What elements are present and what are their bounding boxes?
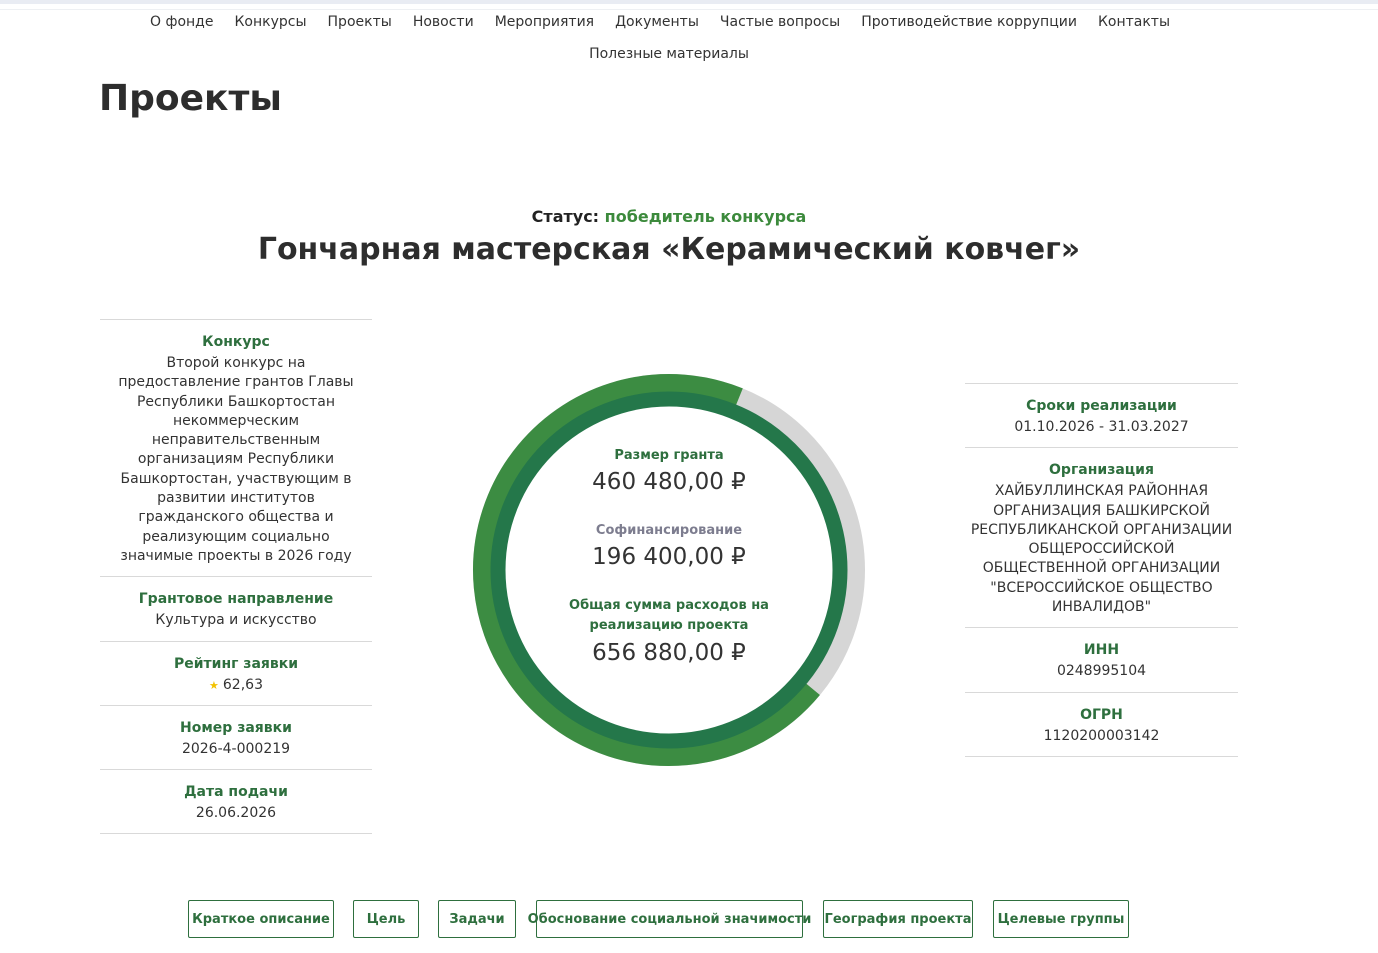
project-status: Статус: победитель конкурса <box>0 207 1338 226</box>
tab-social-significance[interactable]: Обоснование социальной значимости <box>528 900 811 938</box>
tab-target-groups[interactable]: Целевые группы <box>993 900 1129 938</box>
tab-geography[interactable]: География проекта <box>823 900 973 938</box>
grant-value: 460 480,00 ₽ <box>592 469 746 495</box>
competition-value: Второй конкурс на предоставление грантов… <box>118 355 354 564</box>
ogrn-label: ОГРН <box>1080 706 1123 723</box>
nav-row-2: Полезные материалы <box>0 46 1338 62</box>
application-number-label: Номер заявки <box>180 719 292 736</box>
inn-block: ИНН 0248995104 <box>965 627 1238 691</box>
project-tabs: Краткое описание Цель Задачи Обоснование… <box>0 900 1378 940</box>
direction-value: Культура и искусство <box>155 612 317 629</box>
cofinancing-label: Софинансирование <box>595 523 743 538</box>
direction-block: Грантовое направление Культура и искусст… <box>100 576 372 640</box>
funding-donut: Размер гранта 460 480,00 ₽ Софинансирова… <box>471 372 867 768</box>
nav-row: О фонде Конкурсы Проекты Новости Меропри… <box>150 14 1170 30</box>
competition-block: Конкурс Второй конкурс на предоставление… <box>100 319 372 576</box>
tab-brief-description[interactable]: Краткое описание <box>188 900 334 938</box>
ogrn-block: ОГРН 1120200003142 <box>965 691 1238 757</box>
period-value: 01.10.2026 - 31.03.2027 <box>1014 419 1189 435</box>
project-title: Гончарная мастерская «Керамический ковче… <box>257 232 1081 267</box>
nav-item-useful-materials[interactable]: Полезные материалы <box>589 46 749 62</box>
period-block: Сроки реализации 01.10.2026 - 31.03.2027 <box>965 383 1238 447</box>
submission-date-block: Дата подачи 26.06.2026 <box>100 769 372 835</box>
status-value: победитель конкурса <box>604 207 807 226</box>
funding-summary: Размер гранта 460 480,00 ₽ Софинансирова… <box>529 430 809 710</box>
rating-row: ★ 62,63 <box>104 676 368 695</box>
competition-label: Конкурс <box>202 334 270 350</box>
nav-item-contacts[interactable]: Контакты <box>1098 14 1170 30</box>
top-strip <box>0 0 1378 4</box>
inn-value: 0248995104 <box>1056 663 1147 680</box>
status-label: Статус: <box>531 207 600 226</box>
total-value: 656 880,00 ₽ <box>592 640 746 666</box>
project-details-right: Сроки реализации 01.10.2026 - 31.03.2027… <box>965 383 1238 757</box>
tab-tasks[interactable]: Задачи <box>438 900 516 938</box>
organization-block: Организация ХАЙБУЛЛИНСКАЯ РАЙОННАЯ ОРГАН… <box>965 447 1238 627</box>
nav-item-events[interactable]: Мероприятия <box>495 14 594 30</box>
nav-item-about[interactable]: О фонде <box>150 14 213 30</box>
submission-date-label: Дата подачи <box>184 784 288 801</box>
direction-label: Грантовое направление <box>138 591 334 608</box>
tab-goal[interactable]: Цель <box>353 900 419 938</box>
top-divider <box>0 9 1378 10</box>
submission-date-value: 26.06.2026 <box>195 805 277 822</box>
rating-value: 62,63 <box>222 676 263 693</box>
grant-label: Размер гранта <box>614 448 724 463</box>
cofinancing-value: 196 400,00 ₽ <box>592 544 746 570</box>
rating-label: Рейтинг заявки <box>173 655 299 672</box>
period-label: Сроки реализации <box>1026 398 1177 414</box>
star-icon: ★ <box>209 678 219 692</box>
ogrn-value: 1120200003142 <box>1043 727 1160 744</box>
page-title: Проекты <box>99 78 282 119</box>
inn-label: ИНН <box>1083 642 1120 659</box>
project-details-left: Конкурс Второй конкурс на предоставление… <box>100 319 372 835</box>
rating-block: Рейтинг заявки ★ 62,63 <box>100 640 372 705</box>
nav-item-faq[interactable]: Частые вопросы <box>720 14 840 30</box>
organization-value: ХАЙБУЛЛИНСКАЯ РАЙОННАЯ ОРГАНИЗАЦИЯ БАШКИ… <box>970 483 1233 616</box>
nav-item-anticorruption[interactable]: Противодействие коррупции <box>861 14 1077 30</box>
organization-label: Организация <box>1049 462 1154 479</box>
nav-item-projects[interactable]: Проекты <box>328 14 392 30</box>
nav-item-competitions[interactable]: Конкурсы <box>234 14 306 30</box>
application-number-value: 2026-4-000219 <box>181 740 291 757</box>
nav-item-news[interactable]: Новости <box>413 14 474 30</box>
total-label: Общая сумма расходов на реализацию проек… <box>569 598 769 633</box>
nav-item-documents[interactable]: Документы <box>615 14 699 30</box>
application-number-block: Номер заявки 2026-4-000219 <box>100 704 372 769</box>
